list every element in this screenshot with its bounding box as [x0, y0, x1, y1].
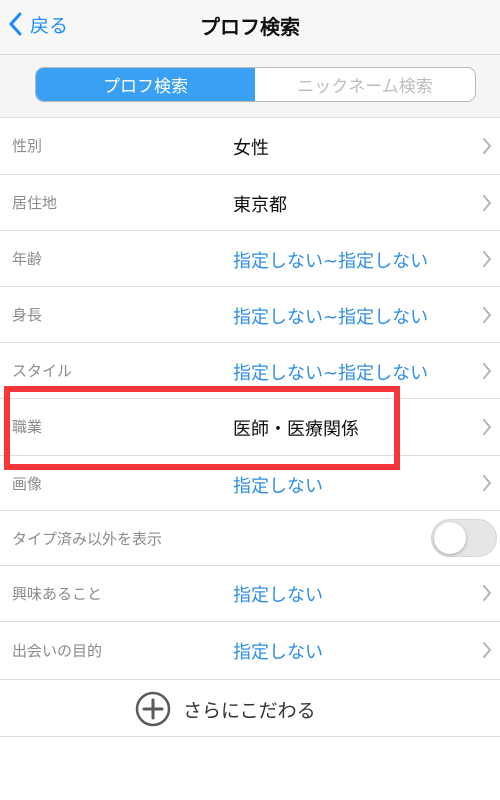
highlight-box [4, 386, 400, 470]
row-purpose[interactable]: 出会いの目的 指定しない [0, 622, 500, 680]
chevron-right-icon [483, 475, 491, 491]
chevron-right-icon [483, 138, 491, 154]
row-height[interactable]: 身長 指定しない~指定しない [0, 287, 500, 343]
row-value: 東京都 [233, 195, 287, 216]
chevron-right-icon [483, 642, 491, 658]
navigation-bar: 戻る プロフ検索 [0, 0, 500, 55]
more-filters-button[interactable]: さらにこだわる [0, 680, 500, 737]
row-label: タイプ済み以外を表示 [12, 530, 163, 548]
row-label: 身長 [12, 306, 43, 324]
row-residence[interactable]: 居住地 東京都 [0, 175, 500, 231]
row-label: 年齢 [12, 250, 43, 268]
row-age[interactable]: 年齢 指定しない~指定しない [0, 231, 500, 287]
segment-profile-search[interactable]: プロフ検索 [36, 68, 255, 101]
chevron-right-icon [483, 251, 491, 267]
chevron-right-icon [483, 195, 491, 211]
chevron-right-icon [483, 419, 491, 435]
row-value: 女性 [233, 138, 269, 159]
row-label: 性別 [12, 137, 43, 155]
page-title: プロフ検索 [200, 15, 300, 39]
row-label: 画像 [12, 475, 43, 493]
row-label: スタイル [12, 362, 73, 380]
chevron-right-icon [483, 307, 491, 323]
row-value: 指定しない [233, 476, 323, 497]
row-label: 居住地 [12, 194, 58, 212]
row-value: 指定しない~指定しない [233, 307, 429, 328]
search-mode-area: プロフ検索 ニックネーム検索 [0, 55, 500, 118]
row-value: 指定しない~指定しない [233, 363, 429, 384]
plus-circle-icon [135, 691, 171, 727]
segment-nickname-search[interactable]: ニックネーム検索 [255, 68, 475, 101]
row-gender[interactable]: 性別 女性 [0, 118, 500, 175]
row-value: 指定しない [233, 642, 323, 663]
row-label: 興味あること [12, 585, 103, 603]
chevron-right-icon [483, 585, 491, 601]
row-show-other: タイプ済み以外を表示 [0, 511, 500, 566]
row-value: 指定しない~指定しない [233, 251, 429, 272]
more-filters-label: さらにこだわる [183, 700, 316, 722]
show-other-toggle[interactable] [431, 519, 497, 557]
search-mode-segmented-control: プロフ検索 ニックネーム検索 [35, 67, 476, 102]
row-label: 出会いの目的 [12, 642, 103, 660]
chevron-right-icon [483, 363, 491, 379]
row-interests[interactable]: 興味あること 指定しない [0, 566, 500, 622]
row-value: 指定しない [233, 585, 323, 606]
toggle-knob [434, 522, 466, 554]
